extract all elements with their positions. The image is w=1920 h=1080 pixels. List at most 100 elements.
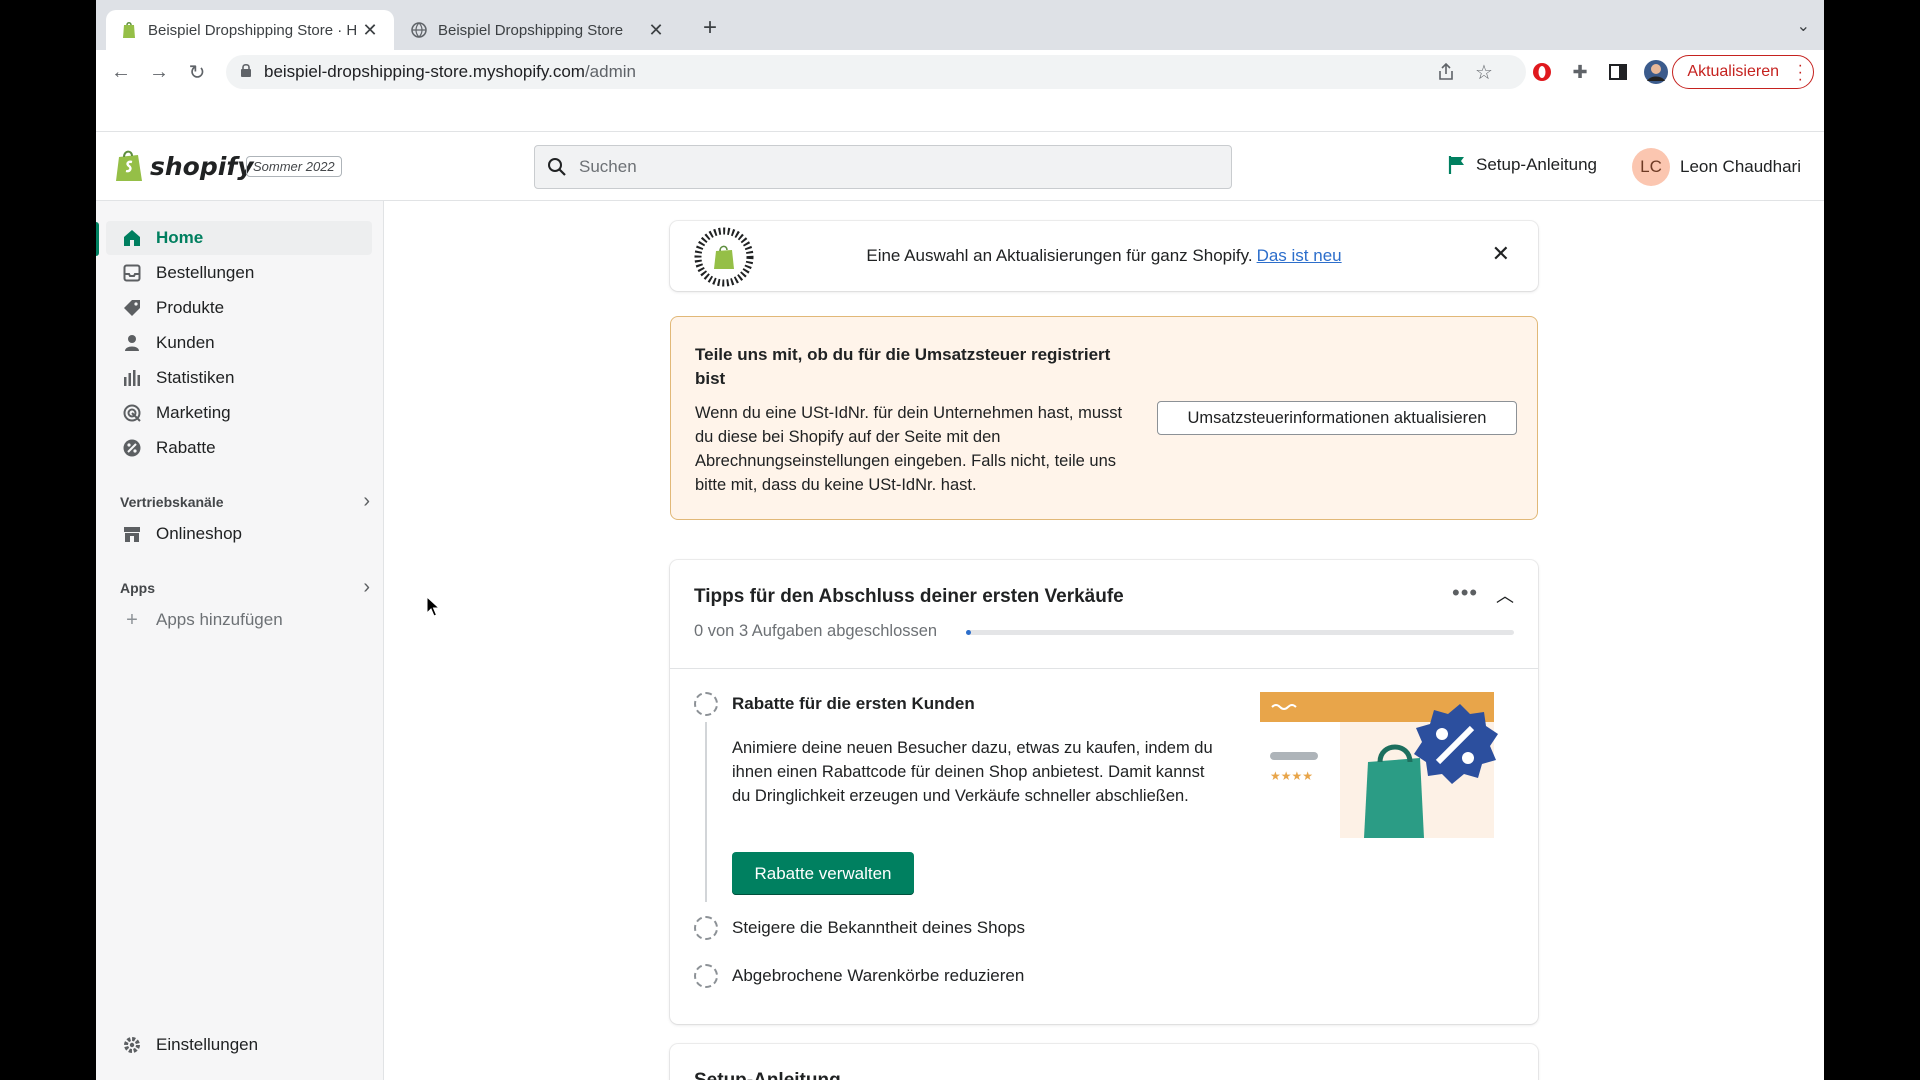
new-tab-button[interactable]: + [696,14,724,42]
browser-toolbar: ← → ↻ beispiel-dropshipping-store.myshop… [96,50,1824,94]
setup-guide-link[interactable]: Setup-Anleitung [1448,155,1597,175]
shopify-bag-icon [116,150,142,181]
sidebar-item-label: Apps hinzufügen [156,610,283,629]
store-icon [122,524,142,544]
setup-guide-title: Setup-Anleitung [694,1070,841,1080]
chevron-right-icon[interactable]: › [363,490,370,513]
opera-extension-icon[interactable] [1530,60,1554,84]
url-path: /admin [584,62,636,81]
shopify-topbar: shopify Sommer 2022 Suchen Setup-Anleitu… [96,133,1824,201]
discount-icon [122,438,142,458]
tax-banner-title: Teile uns mit, ob du für die Umsatzsteue… [695,345,1111,388]
chevron-right-icon[interactable]: › [363,576,370,599]
home-icon [122,228,142,248]
sidebar-item-label: Onlineshop [156,524,243,543]
url-host: beispiel-dropshipping-store.myshopify.co… [264,62,585,81]
sidebar-item-label: Home [156,228,204,247]
tab-title: Beispiel Dropshipping Store · H [148,21,358,39]
sidebar-item-label: Bestellungen [156,263,255,282]
close-tab-icon[interactable]: ✕ [646,20,666,41]
task-discounts-description: Animiere deine neuen Besucher dazu, etwa… [732,739,1213,805]
tab-title: Beispiel Dropshipping Store [438,21,624,39]
user-avatar[interactable]: LC [1632,148,1670,186]
gear-icon [122,1035,142,1055]
task-status-circle-icon[interactable] [694,964,718,988]
apps-heading[interactable]: Apps › [120,576,370,599]
setup-guide-card: Setup-Anleitung [670,1044,1538,1080]
editions-banner: Eine Auswahl an Aktualisierungen für gan… [670,221,1538,291]
sidebar-item-label: Kunden [156,333,215,352]
tab-strip: Beispiel Dropshipping Store · H ✕ Beispi… [96,0,1824,50]
editions-message: Eine Auswahl an Aktualisierungen für gan… [866,246,1253,265]
sidebar: Home Bestellungen Produkte Kunden Statis… [96,201,384,1080]
person-icon [122,333,142,353]
target-icon [122,403,142,423]
manage-discounts-button[interactable]: Rabatte verwalten [732,852,914,895]
sidebar-item-analytics[interactable]: Statistiken [106,361,372,395]
update-tax-info-button[interactable]: Umsatzsteuerinformationen aktualisieren [1157,401,1517,435]
tab-active[interactable]: Beispiel Dropshipping Store · H ✕ [106,10,394,50]
active-indicator [96,222,99,256]
browser-window: Beispiel Dropshipping Store · H ✕ Beispi… [96,0,1824,1080]
profile-avatar-icon[interactable] [1644,60,1668,84]
update-browser-button[interactable]: Aktualisieren · · · [1672,55,1814,89]
share-icon[interactable] [1434,60,1458,84]
more-actions-icon[interactable]: ••• [1452,580,1478,606]
reload-icon[interactable]: ↻ [178,55,216,89]
chevron-up-icon[interactable]: ︿ [1496,582,1514,608]
task-abandoned-carts-label[interactable]: Abgebrochene Warenkörbe reduzieren [732,966,1024,986]
task-awareness-label[interactable]: Steigere die Bekanntheit deines Shops [732,918,1025,938]
task-status-circle-icon[interactable] [694,692,718,716]
task-connector-line [705,722,707,902]
tab-inactive[interactable]: Beispiel Dropshipping Store ✕ [396,10,680,50]
sidebar-item-discounts[interactable]: Rabatte [106,431,372,465]
divider [670,668,1538,669]
sales-channels-heading[interactable]: Vertriebskanäle › [120,490,370,513]
forward-arrow-icon[interactable]: → [140,55,178,89]
lock-icon [240,62,252,82]
tax-info-banner: Teile uns mit, ob du für die Umsatzsteue… [670,316,1538,520]
sidebar-item-orders[interactable]: Bestellungen [106,256,372,290]
discount-illustration: ★★★★ [1260,692,1498,838]
sidebar-item-online-store[interactable]: Onlineshop [106,517,372,551]
close-tab-icon[interactable]: ✕ [360,20,380,41]
shopify-wordmark: shopify [150,151,254,181]
search-input[interactable]: Suchen [534,145,1232,189]
flag-icon [1448,156,1464,174]
side-panel-icon[interactable] [1606,60,1630,84]
first-sales-tips-card: Tipps für den Abschluss deiner ersten Ve… [670,560,1538,1024]
section-heading-label: Apps [120,579,155,596]
sidebar-item-label: Marketing [156,403,231,422]
toolbar-spacer [96,94,1824,132]
sidebar-item-label: Statistiken [156,368,235,387]
shopify-logo[interactable]: shopify [114,149,254,183]
edition-badge: Sommer 2022 [246,156,342,177]
tips-progress-text: 0 von 3 Aufgaben abgeschlossen [694,622,938,640]
sidebar-item-settings[interactable]: Einstellungen [106,1028,372,1062]
tag-icon [122,298,142,318]
search-icon [548,158,566,176]
sidebar-item-label: Produkte [156,298,225,317]
sidebar-item-marketing[interactable]: Marketing [106,396,372,430]
sidebar-item-label: Einstellungen [156,1035,259,1054]
address-bar[interactable]: beispiel-dropshipping-store.myshopify.co… [226,55,1526,89]
user-name[interactable]: Leon Chaudhari [1680,157,1801,177]
whats-new-link[interactable]: Das ist neu [1257,246,1342,265]
tab-search-chevron-icon[interactable]: ⌄ [1797,16,1810,36]
back-arrow-icon[interactable]: ← [102,55,140,89]
globe-icon [410,21,428,39]
extensions-puzzle-icon[interactable]: ✚ [1568,60,1592,84]
sidebar-item-add-apps[interactable]: + Apps hinzufügen [106,603,372,637]
sidebar-item-home[interactable]: Home [106,221,372,255]
svg-text:★★★★: ★★★★ [1270,769,1313,783]
task-discounts-label[interactable]: Rabatte für die ersten Kunden [732,694,975,714]
sidebar-item-products[interactable]: Produkte [106,291,372,325]
bookmark-star-icon[interactable]: ☆ [1472,60,1496,84]
editions-banner-text: Eine Auswahl an Aktualisierungen für gan… [670,246,1538,266]
progress-fill [966,630,971,635]
sidebar-item-label: Rabatte [156,438,216,457]
search-placeholder: Suchen [579,157,637,176]
task-status-circle-icon[interactable] [694,916,718,940]
sidebar-item-customers[interactable]: Kunden [106,326,372,360]
close-icon[interactable]: ✕ [1492,241,1510,267]
